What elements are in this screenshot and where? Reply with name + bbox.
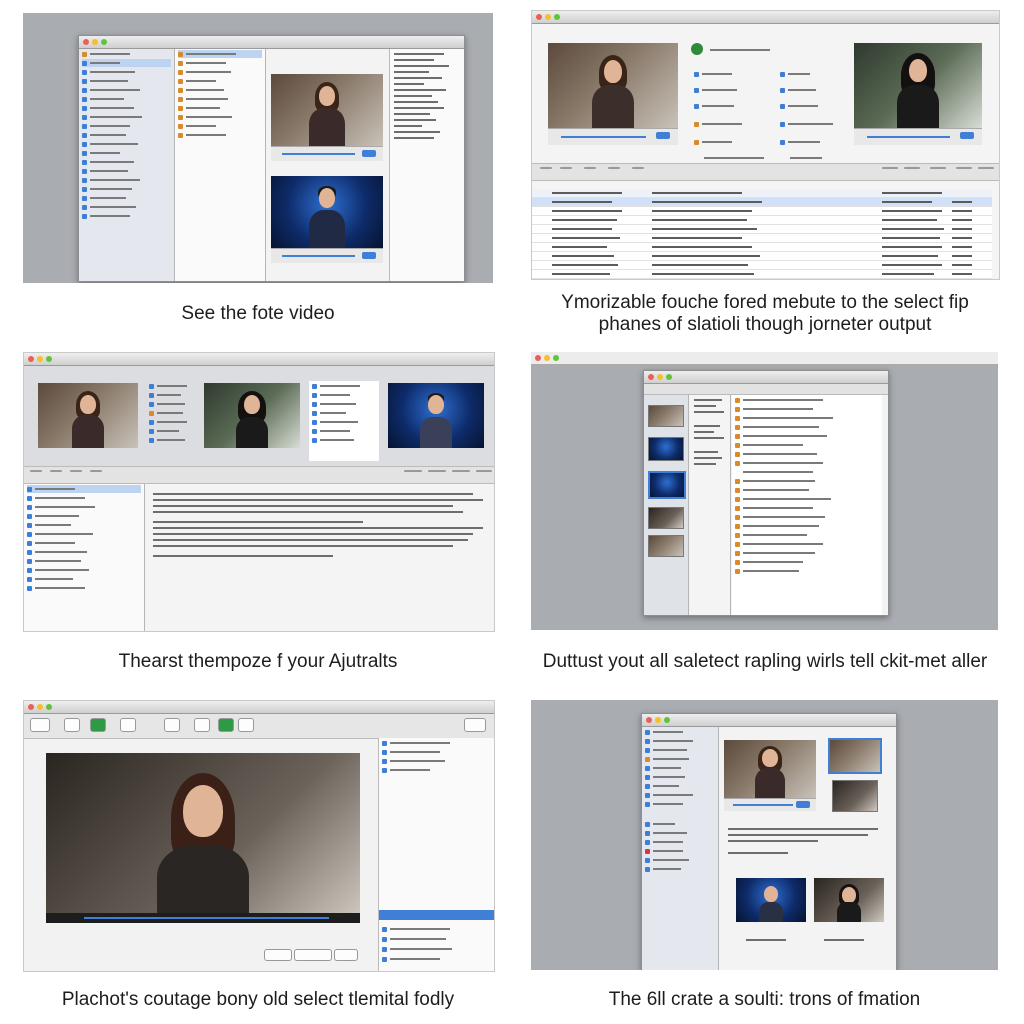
side-panel (378, 738, 494, 971)
panel-6 (531, 700, 998, 970)
folder-icon (82, 51, 87, 57)
video-thumbnail[interactable] (736, 878, 806, 922)
inspector (389, 49, 464, 281)
table-row[interactable] (532, 234, 992, 243)
video-preview[interactable] (548, 43, 678, 128)
list-item[interactable] (178, 50, 262, 58)
app-window (643, 370, 889, 616)
table-row[interactable] (532, 225, 992, 234)
app-window (641, 713, 897, 970)
main-video-player[interactable] (46, 753, 360, 921)
selected-thumbnail[interactable] (648, 471, 686, 499)
center-panel (687, 39, 847, 159)
video-preview[interactable] (724, 740, 816, 798)
minimize-dot-icon[interactable] (92, 39, 98, 45)
toolbar (532, 163, 999, 181)
table-row[interactable] (532, 198, 992, 207)
caption: See the fote video (181, 303, 335, 324)
sidebar (79, 49, 175, 281)
video-thumbnail[interactable] (814, 878, 884, 922)
minimize-dot-icon[interactable] (545, 14, 551, 20)
file-list (175, 49, 266, 281)
close-dot-icon[interactable] (28, 704, 34, 710)
table-row[interactable] (532, 261, 992, 270)
app-window (78, 35, 465, 282)
document-body (149, 489, 489, 557)
close-dot-icon[interactable] (83, 39, 89, 45)
data-table (532, 189, 992, 279)
table-row[interactable] (532, 207, 992, 216)
sidebar-item[interactable] (27, 485, 141, 493)
zoom-dot-icon[interactable] (46, 704, 52, 710)
close-dot-icon[interactable] (536, 14, 542, 20)
thumbnail-strip (644, 395, 689, 615)
video-preview[interactable] (854, 43, 982, 128)
video-preview[interactable] (204, 383, 300, 448)
panel-2 (531, 10, 1000, 280)
sidebar-item[interactable] (82, 59, 171, 67)
video-preview[interactable] (271, 176, 383, 248)
zoom-dot-icon[interactable] (554, 14, 560, 20)
sidebar (642, 727, 719, 970)
zoom-dot-icon[interactable] (101, 39, 107, 45)
video-preview[interactable] (388, 383, 484, 448)
video-preview[interactable] (38, 383, 138, 448)
caption: Ymorizable fouche fored mebute to the se… (561, 292, 969, 335)
minimize-dot-icon[interactable] (37, 704, 43, 710)
caption: Thearst thempoze f your Ajutralts (118, 651, 398, 672)
zoom-dot-icon[interactable] (553, 355, 559, 361)
panel-4 (531, 352, 998, 630)
minimize-dot-icon[interactable] (544, 355, 550, 361)
zoom-dot-icon[interactable] (46, 356, 52, 362)
list-panel (309, 381, 379, 461)
toolbar (24, 466, 494, 484)
panel-5 (23, 700, 495, 972)
panel-1 (23, 13, 493, 283)
caption: Duttust yout all saletect rapling wirls … (542, 651, 988, 672)
window-titlebar (79, 36, 464, 49)
table-row[interactable] (532, 270, 992, 279)
video-preview[interactable] (271, 74, 383, 146)
play-icon[interactable] (362, 149, 377, 157)
panel-3 (23, 352, 495, 632)
cancel-button[interactable] (264, 949, 292, 961)
minimize-dot-icon[interactable] (37, 356, 43, 362)
close-dot-icon[interactable] (646, 717, 652, 723)
close-dot-icon[interactable] (535, 355, 541, 361)
zoom-dot-icon[interactable] (664, 717, 670, 723)
minimize-dot-icon[interactable] (655, 717, 661, 723)
toolbar (24, 714, 494, 739)
list-panel (146, 381, 196, 445)
caption: Plachot's coutage bony old select tlemit… (61, 989, 455, 1010)
caption: The 6ll crate a soulti: trons of fmation (608, 989, 921, 1010)
ok-button[interactable] (294, 949, 332, 961)
table-row[interactable] (532, 243, 992, 252)
document-body (724, 824, 894, 854)
sidebar (24, 484, 145, 631)
table-row[interactable] (532, 252, 992, 261)
file-list (732, 395, 882, 615)
close-dot-icon[interactable] (28, 356, 34, 362)
table-row[interactable] (532, 216, 992, 225)
help-button[interactable] (334, 949, 358, 961)
app-icon (691, 43, 703, 55)
